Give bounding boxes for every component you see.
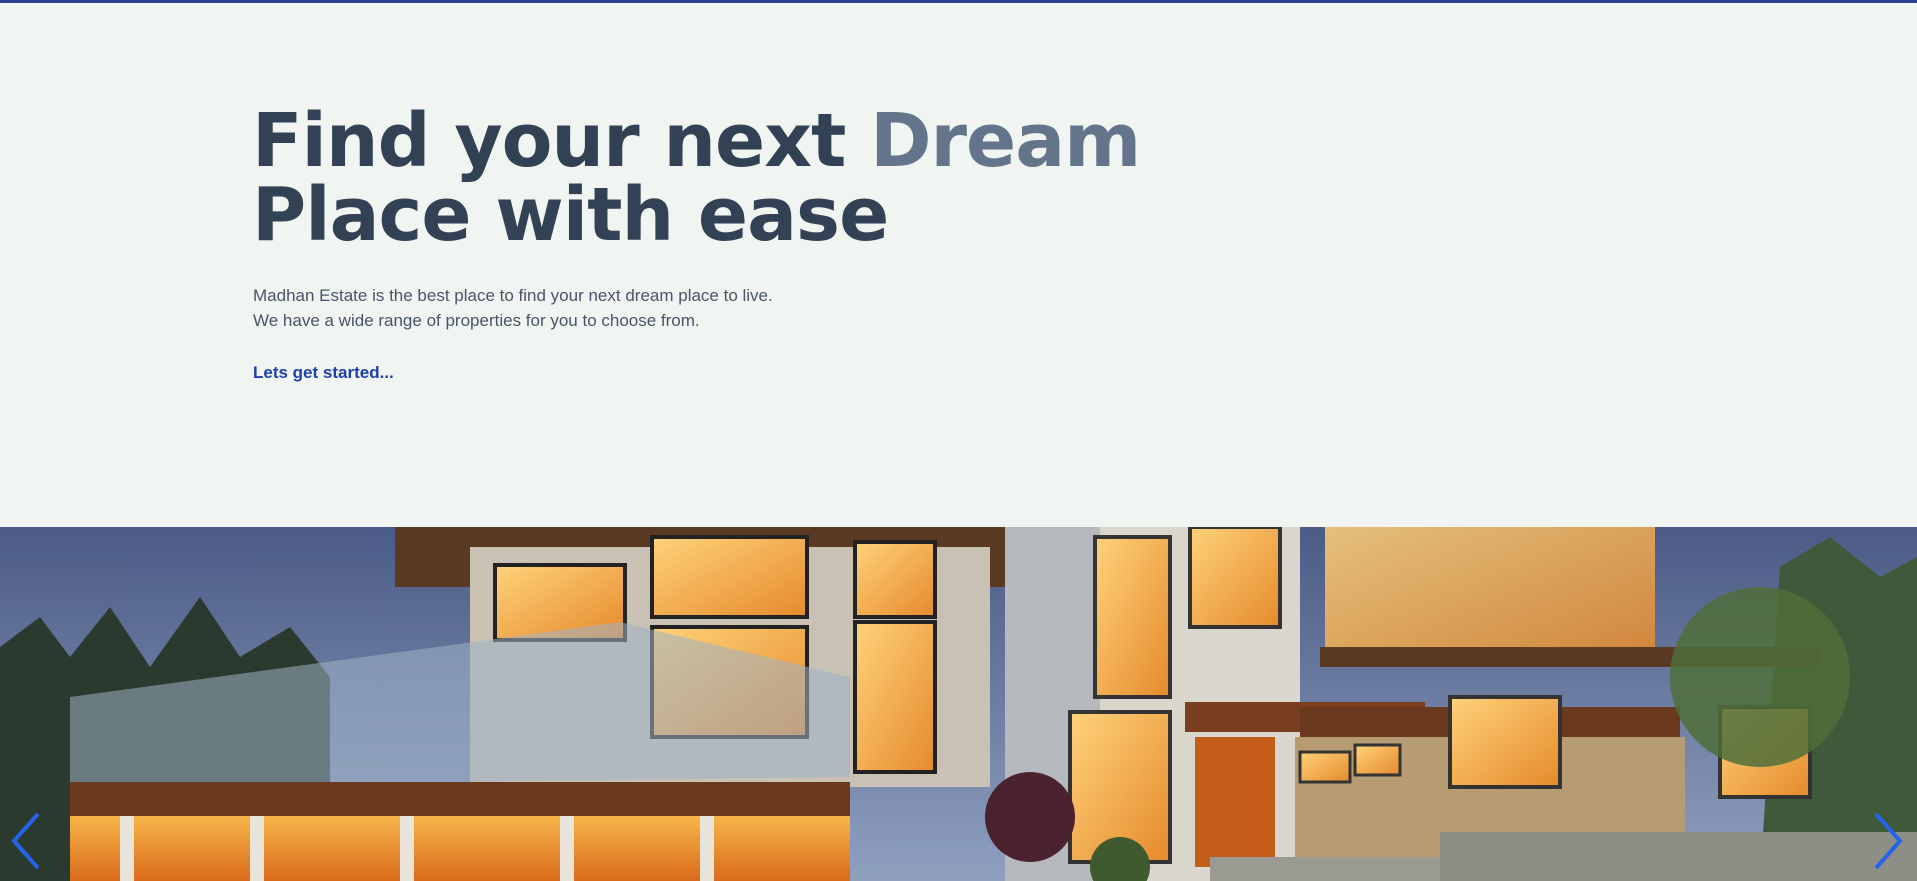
description-line-1: Madhan Estate is the best place to find … (253, 286, 773, 305)
hero-section (0, 3, 1917, 527)
house-photo (0, 527, 1917, 881)
chevron-left-icon (11, 812, 40, 870)
slider-next-button[interactable] (1870, 810, 1906, 872)
hero-description: Madhan Estate is the best place to find … (253, 283, 773, 333)
slider-prev-button[interactable] (8, 810, 44, 872)
hero-headline: Find your next Dream Place with ease (252, 104, 1141, 252)
description-line-2: We have a wide range of properties for y… (253, 311, 700, 330)
get-started-link[interactable]: Lets get started... (253, 363, 394, 383)
headline-part2: Place with ease (252, 172, 889, 258)
headline-accent-word: Dream (870, 98, 1141, 184)
image-slider (0, 527, 1917, 881)
chevron-right-icon (1874, 812, 1903, 870)
